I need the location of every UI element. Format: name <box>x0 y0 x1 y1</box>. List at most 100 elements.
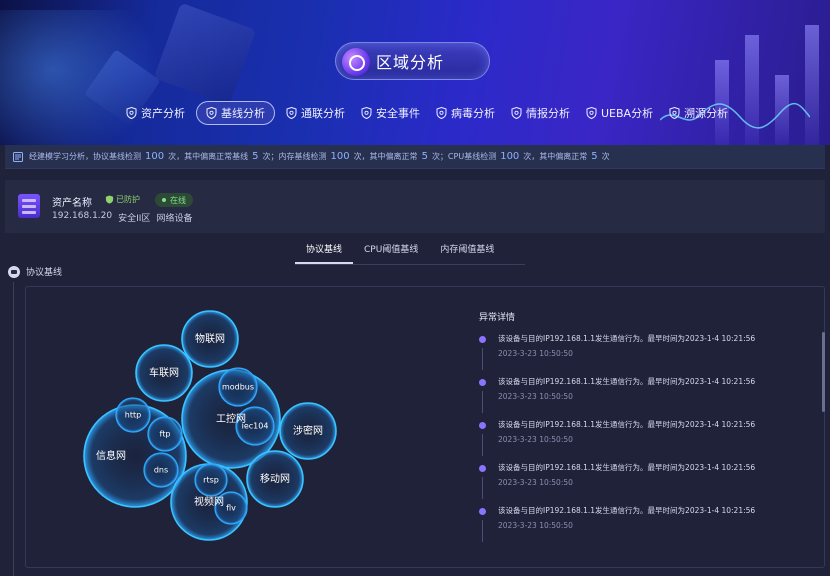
summary-text: 次；CPU基线检测 <box>431 152 497 161</box>
protected-badge-label: 已防护 <box>116 195 140 204</box>
anomaly-details-title: 异常详情 <box>479 313 516 323</box>
shield-icon <box>286 107 297 119</box>
summary-text: 次，其中偏离正常基线 <box>168 152 249 161</box>
bubble-group-label: 移动网 <box>260 472 290 485</box>
section-divider <box>13 282 14 576</box>
summary-count: 5 <box>252 151 259 162</box>
summary-count: 100 <box>500 151 520 162</box>
anomaly-text: 该设备与目的IP192.168.1.1发生通信行为。最早时间为2023-1-4 … <box>498 463 756 472</box>
nav-tab-label: 溯源分析 <box>684 107 729 120</box>
bubble-group-label: 信息网 <box>96 449 126 462</box>
shield-icon <box>511 107 522 119</box>
asset-meta: 192.168.1.20 安全II区 网络设备 <box>52 211 192 224</box>
shield-icon <box>206 107 217 119</box>
timeline-line <box>482 348 483 370</box>
summary-count: 5 <box>591 151 598 162</box>
anomaly-text: 该设备与目的IP192.168.1.1发生通信行为。最早时间为2023-1-4 … <box>498 377 756 386</box>
header-banner: 区域分析 资产分析 基线分析 通联分析 安全事件 病毒分析 情报分析 UEBA分析 溯源分析 <box>0 0 830 145</box>
timeline-line <box>482 434 483 456</box>
anomaly-text: 该设备与目的IP192.168.1.1发生通信行为。最早时间为2023-1-4 … <box>498 506 756 515</box>
protocol-bubble-chart: 物联网车联网工控网信息网涉密网移动网视频网modbusiec104httpftp… <box>83 310 337 541</box>
summary-text: 次；内存基线检测 <box>262 152 327 161</box>
timeline-dot <box>479 465 486 472</box>
shield-icon <box>586 107 597 119</box>
bubble-protocol-label: dns <box>154 466 168 475</box>
anomaly-text: 该设备与目的IP192.168.1.1发生通信行为。最早时间为2023-1-4 … <box>498 334 756 343</box>
timeline-dot <box>479 336 486 343</box>
bubble-protocol-label: modbus <box>222 383 254 392</box>
shield-icon <box>126 107 137 119</box>
page-title-pill: 区域分析 <box>335 42 490 80</box>
main-nav: 资产分析 基线分析 通联分析 安全事件 病毒分析 情报分析 UEBA分析 溯源分析 <box>118 101 736 125</box>
protocol-baseline-panel: 物联网 车联网 工控网 信息网 涉密网 移动网 视频网 modbus iec104 http ftp… <box>25 286 825 568</box>
anomaly-details-list: 该设备与目的IP192.168.1.1发生通信行为。最早时间为2023-1-4 … <box>478 334 818 549</box>
bubble-group-label: 涉密网 <box>293 424 323 437</box>
nav-tab-label: 基线分析 <box>221 107 265 120</box>
region-logo-icon <box>342 48 370 76</box>
asset-zone: 安全II区 <box>118 214 151 224</box>
asset-card: 资产名称 已防护 在线 192.168.1.20 安全II区 网络设备 <box>5 180 825 233</box>
bubble-group-label: 视频网 <box>194 495 224 508</box>
summary-text: 次，其中偏离正常 <box>523 152 588 161</box>
baseline-tabs: 协议基线 CPU阈值基线 内存阈值基线 <box>295 240 525 265</box>
timeline-line <box>482 391 483 413</box>
anomaly-time: 2023-3-23 10:50:50 <box>498 478 573 487</box>
tab-cpu-baseline[interactable]: CPU阈值基线 <box>353 240 429 264</box>
anomaly-item: 该设备与目的IP192.168.1.1发生通信行为。最早时间为2023-1-4 … <box>478 377 818 420</box>
asset-name: 资产名称 <box>52 198 92 209</box>
nav-tab-label: 病毒分析 <box>451 107 495 120</box>
bubble-protocol-label: rtsp <box>203 476 219 485</box>
anomaly-item: 该设备与目的IP192.168.1.1发生通信行为。最早时间为2023-1-4 … <box>478 334 818 377</box>
shield-icon <box>669 107 680 119</box>
nav-tab-connection[interactable]: 通联分析 <box>278 101 353 125</box>
nav-tab-ueba[interactable]: UEBA分析 <box>578 101 661 125</box>
timeline-dot <box>479 379 486 386</box>
tab-memory-baseline[interactable]: 内存阈值基线 <box>429 240 505 264</box>
details-scrollbar[interactable] <box>822 332 825 412</box>
banner-cube-decoration <box>153 2 257 106</box>
nav-tab-label: 安全事件 <box>376 107 420 120</box>
timeline-dot <box>479 422 486 429</box>
bubble-group-label: 物联网 <box>195 332 225 345</box>
tab-protocol-baseline[interactable]: 协议基线 <box>295 240 354 264</box>
bubble-protocol-label: http <box>125 411 141 420</box>
section-header: 协议基线 <box>8 265 62 278</box>
anomaly-item: 该设备与目的IP192.168.1.1发生通信行为。最早时间为2023-1-4 … <box>478 506 818 549</box>
nav-tab-label: UEBA分析 <box>601 107 654 120</box>
anomaly-time: 2023-3-23 10:50:50 <box>498 435 573 444</box>
nav-tab-trace[interactable]: 溯源分析 <box>661 101 736 125</box>
protected-badge: 已防护 <box>105 194 140 205</box>
nav-tab-asset[interactable]: 资产分析 <box>118 101 193 125</box>
summary-text: 经建模学习分析，协议基线检测 <box>29 152 141 161</box>
summary-text: 次 <box>601 152 610 161</box>
nav-tab-intel[interactable]: 情报分析 <box>503 101 578 125</box>
anomaly-item: 该设备与目的IP192.168.1.1发生通信行为。最早时间为2023-1-4 … <box>478 463 818 506</box>
nav-tab-security-event[interactable]: 安全事件 <box>353 101 428 125</box>
report-icon <box>13 151 23 162</box>
summary-count: 100 <box>330 151 350 162</box>
bubble-protocol-label: flv <box>226 504 236 513</box>
baseline-summary-strip: 经建模学习分析，协议基线检测 100 次，其中偏离正常基线 5 次；内存基线检测… <box>5 145 825 169</box>
shield-icon <box>361 107 372 119</box>
nav-tab-label: 通联分析 <box>301 107 345 120</box>
server-icon <box>18 194 40 218</box>
anomaly-item: 该设备与目的IP192.168.1.1发生通信行为。最早时间为2023-1-4 … <box>478 420 818 463</box>
anomaly-time: 2023-3-23 10:50:50 <box>498 349 573 358</box>
nav-tab-baseline[interactable]: 基线分析 <box>196 101 275 125</box>
folder-icon <box>8 265 20 278</box>
section-title: 协议基线 <box>26 268 63 278</box>
summary-text: 次，其中偏离正常 <box>353 152 418 161</box>
anomaly-time: 2023-3-23 10:50:50 <box>498 521 573 530</box>
shield-check-icon <box>105 195 114 204</box>
page-title: 区域分析 <box>376 53 445 72</box>
summary-count: 100 <box>145 151 165 162</box>
nav-tab-virus[interactable]: 病毒分析 <box>428 101 503 125</box>
anomaly-time: 2023-3-23 10:50:50 <box>498 392 573 401</box>
online-badge: 在线 <box>155 193 193 207</box>
timeline-line <box>482 477 483 499</box>
bubble-protocol-label: ftp <box>160 430 171 439</box>
summary-count: 5 <box>421 151 428 162</box>
asset-type: 网络设备 <box>156 214 193 224</box>
timeline-line <box>482 520 483 542</box>
asset-ip: 192.168.1.20 <box>52 211 113 221</box>
